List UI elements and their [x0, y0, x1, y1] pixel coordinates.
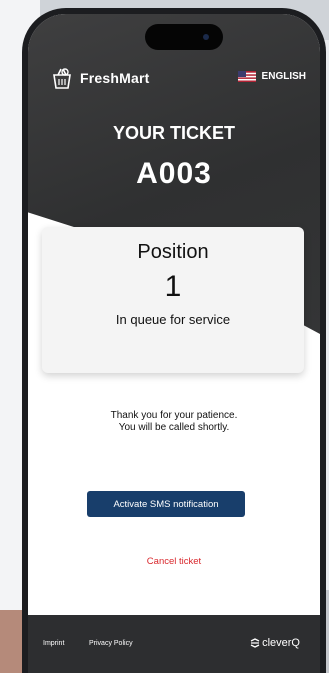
phone-screen: FreshMart ENGLISH YOUR TICKET A003 Posit…	[28, 14, 320, 673]
patience-line-2: You will be called shortly.	[118, 422, 230, 433]
cleverq-logo-icon	[250, 638, 260, 648]
position-label: Position	[137, 241, 209, 263]
cancel-ticket-link[interactable]: Cancel ticket	[28, 556, 320, 567]
brand-logo: FreshMart	[50, 66, 149, 90]
patience-line-1: Thank you for your patience.	[110, 410, 238, 421]
shopping-basket-icon	[53, 68, 71, 89]
ticket-number: A003	[136, 157, 212, 190]
footer: Imprint Privacy Policy cleverQ	[28, 615, 320, 673]
privacy-policy-link[interactable]: Privacy Policy	[89, 640, 133, 647]
cleverq-logo: cleverQ	[250, 637, 300, 649]
camera-icon	[203, 34, 209, 40]
cleverq-label: cleverQ	[262, 637, 300, 649]
patience-message: Thank you for your patience. You will be…	[28, 410, 320, 434]
position-value: 1	[164, 270, 182, 303]
position-card: Position 1 In queue for service	[42, 227, 304, 373]
dynamic-island	[145, 24, 223, 50]
ticket-title: YOUR TICKET	[112, 123, 235, 143]
brand-name: FreshMart	[80, 70, 150, 86]
language-label: ENGLISH	[261, 71, 306, 82]
language-selector[interactable]: ENGLISH	[237, 71, 306, 82]
us-flag-icon	[237, 71, 256, 82]
imprint-link[interactable]: Imprint	[43, 640, 64, 647]
activate-sms-button[interactable]: Activate SMS notification	[87, 491, 245, 517]
queue-status: In queue for service	[115, 312, 231, 327]
